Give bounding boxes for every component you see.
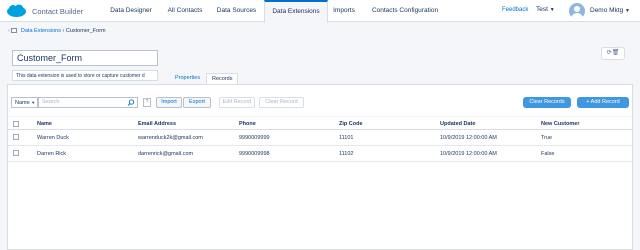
data-extension-name-field[interactable]: Customer_Form: [12, 50, 158, 66]
cell-email: darrenrick@gmail.com: [138, 151, 194, 157]
tools-menu-button[interactable]: ⟳🗑: [601, 47, 625, 60]
add-record-button[interactable]: + Add Record: [577, 97, 629, 108]
breadcrumb-data-extensions[interactable]: Data Extensions: [21, 28, 61, 34]
table-row[interactable]: Warren Duck warrenduck2k@gmail.com 99900…: [8, 130, 632, 146]
feedback-link[interactable]: Feedback: [502, 7, 528, 13]
records-panel: [7, 84, 633, 250]
data-extension-description-field[interactable]: This data extension is used to store or …: [12, 70, 158, 81]
app-name: Contact Builder: [32, 7, 84, 16]
chevron-down-icon: ▼: [625, 8, 630, 14]
column-header-name[interactable]: Name: [37, 121, 52, 127]
tab-all-contacts[interactable]: All Contacts: [161, 0, 209, 22]
business-unit-label: Test: [536, 6, 548, 13]
search-field-select[interactable]: Name ▼: [11, 97, 38, 108]
tab-data-extensions[interactable]: Data Extensions: [264, 0, 328, 23]
business-unit-dropdown[interactable]: Test ▼: [536, 6, 555, 13]
row-checkbox[interactable]: [13, 134, 19, 140]
salesforce-cloud-logo-icon: [7, 4, 26, 17]
search-field-label: Name: [15, 100, 30, 106]
cell-email: warrenduck2k@gmail.com: [138, 135, 203, 141]
user-name: Demo Mktg: [590, 7, 624, 14]
clear-records-button[interactable]: Clear Records: [523, 97, 571, 108]
search-icon[interactable]: [127, 99, 135, 106]
cell-updated-date: 10/9/2019 12:00:00 AM: [440, 135, 497, 141]
select-all-checkbox[interactable]: [13, 121, 19, 127]
column-header-phone[interactable]: Phone: [239, 121, 256, 127]
tab-imports[interactable]: Imports: [328, 0, 360, 22]
cell-zip: 11101: [339, 135, 354, 141]
avatar[interactable]: [569, 3, 585, 19]
tab-records[interactable]: Records: [206, 73, 239, 84]
column-header-updated-date[interactable]: Updated Date: [440, 121, 475, 127]
table-header: Name Email Address Phone Zip Code Update…: [8, 116, 632, 130]
chevron-down-icon: ▼: [549, 7, 555, 13]
cell-updated-date: 10/9/2019 12:00:00 AM: [440, 151, 497, 157]
breadcrumb-separator: ‹: [62, 28, 65, 34]
search-input[interactable]: Search: [38, 97, 138, 108]
column-header-zip[interactable]: Zip Code: [339, 121, 363, 127]
cell-phone: 9990009998: [239, 151, 270, 157]
chevron-down-icon: ▼: [31, 100, 36, 105]
data-extension-icon: [11, 28, 18, 33]
tab-properties[interactable]: Properties: [170, 73, 205, 84]
top-nav-bar: Contact Builder Data Designer All Contac…: [0, 0, 640, 23]
cell-new-customer: True: [541, 135, 553, 141]
column-header-email[interactable]: Email Address: [138, 121, 176, 127]
table-row[interactable]: Darren Rick darrenrick@gmail.com 9990009…: [8, 146, 632, 162]
help-icon[interactable]: ?: [143, 98, 151, 107]
breadcrumb: ‹ Data Extensions ‹ Customer_Form: [8, 28, 106, 34]
cell-zip: 11102: [339, 151, 354, 157]
import-button[interactable]: Import: [156, 97, 182, 108]
cell-name: Darren Rick: [37, 151, 67, 157]
edit-record-button[interactable]: Edit Record: [219, 97, 255, 108]
cell-name: Warren Duck: [37, 135, 69, 141]
cell-phone: 9990009999: [239, 135, 270, 141]
tab-data-designer[interactable]: Data Designer: [101, 0, 161, 22]
row-checkbox[interactable]: [13, 150, 19, 156]
clear-record-button[interactable]: Clear Record: [259, 97, 304, 108]
user-menu[interactable]: Demo Mktg ▼: [590, 7, 630, 14]
cell-new-customer: False: [541, 151, 555, 157]
export-button[interactable]: Export: [183, 97, 211, 108]
breadcrumb-current: Customer_Form: [65, 28, 106, 34]
back-chevron-icon[interactable]: ‹: [8, 28, 10, 34]
column-header-new-customer[interactable]: New Customer: [541, 121, 580, 127]
trash-icon: 🗑: [611, 50, 620, 56]
tab-data-sources[interactable]: Data Sources: [209, 0, 264, 22]
tab-contacts-configuration[interactable]: Contacts Configuration: [360, 0, 450, 22]
